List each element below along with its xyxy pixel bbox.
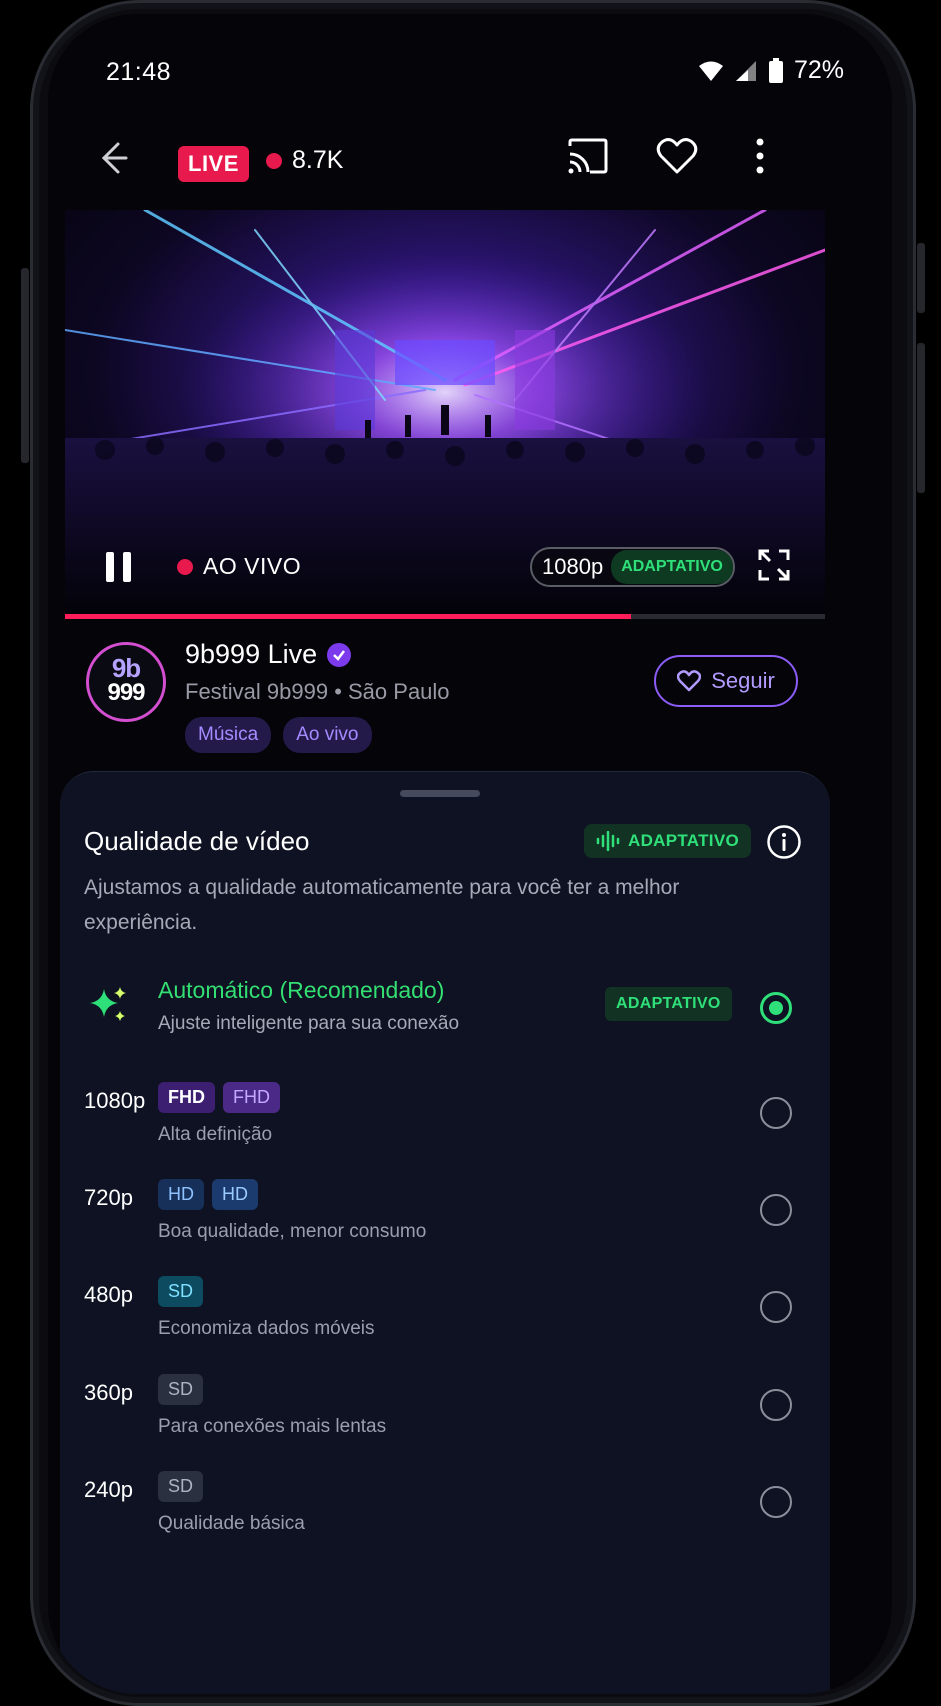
auto-option-description: Ajuste inteligente para sua conexão <box>158 1013 460 1034</box>
option-resolution: 1080p <box>84 1088 146 1113</box>
waveform-icon <box>596 831 620 851</box>
phone-volume-up <box>917 243 925 313</box>
quality-option-720p[interactable]: 720p HD HD Boa qualidade, menor consumo <box>60 1173 830 1263</box>
phone-volume-down <box>917 343 925 493</box>
avatar-text-top: 9b <box>111 653 141 683</box>
option-description: Boa qualidade, menor consumo <box>158 1221 427 1242</box>
option-badges: SD <box>158 1471 204 1502</box>
info-icon[interactable] <box>766 824 802 860</box>
phone-side-button <box>21 268 29 463</box>
back-arrow-icon[interactable] <box>98 138 128 178</box>
badge-hd: HD <box>158 1179 204 1210</box>
quality-option-360p[interactable]: 360p SD Para conexões mais lentas <box>60 1368 830 1458</box>
live-dot-icon <box>177 558 193 575</box>
sheet-description: Ajustamos a qualidade automaticamente pa… <box>84 876 680 934</box>
live-indicator-label: AO VIVO <box>203 553 302 579</box>
radio-unselected[interactable] <box>760 1291 792 1323</box>
option-description: Para conexões mais lentas <box>158 1416 387 1437</box>
follow-button[interactable]: Seguir <box>654 655 798 707</box>
quality-option-1080p[interactable]: 1080p FHD FHD Alta definição <box>60 1076 830 1166</box>
auto-option-title: Automático (Recomendado) <box>158 977 445 1003</box>
avatar-text-bottom: 999 <box>107 679 145 706</box>
sheet-drag-handle[interactable] <box>400 790 480 797</box>
top-bar: LIVE 8.7K <box>48 114 892 204</box>
option-badges: HD HD <box>158 1179 258 1210</box>
video-player[interactable]: AO VIVO 1080p ADAPTATIVO <box>65 210 825 615</box>
option-description: Qualidade básica <box>158 1513 305 1534</box>
badge-hd: HD <box>212 1179 258 1210</box>
radio-unselected[interactable] <box>760 1194 792 1226</box>
viewer-count: 8.7K <box>266 146 343 175</box>
adaptive-badge-label: ADAPTATIVO <box>628 831 739 850</box>
status-icons: 72% <box>698 56 844 85</box>
viewer-count-value: 8.7K <box>292 146 344 174</box>
radio-unselected[interactable] <box>760 1486 792 1518</box>
quality-option-240p[interactable]: 240p SD Qualidade básica <box>60 1465 830 1555</box>
channel-name[interactable]: 9b999 Live <box>185 639 352 670</box>
fullscreen-icon[interactable] <box>757 548 791 582</box>
quality-option-480p[interactable]: 480p SD Economiza dados móveis <box>60 1270 830 1360</box>
live-badge: LIVE <box>178 146 249 182</box>
option-resolution: 720p <box>84 1185 133 1210</box>
adaptive-badge: ADAPTATIVO <box>584 824 751 858</box>
status-time: 21:48 <box>106 58 172 86</box>
badge-fhd: FHD <box>158 1082 215 1113</box>
option-description: Economiza dados móveis <box>158 1318 375 1339</box>
badge-sd: SD <box>158 1374 204 1405</box>
more-options-icon[interactable] <box>753 134 767 178</box>
badge-sd: SD <box>158 1471 204 1502</box>
quality-bottom-sheet: Qualidade de vídeo ADAPTATIVO Ajustamos … <box>60 771 830 1694</box>
channel-name-text: 9b999 Live <box>185 639 318 669</box>
cast-icon[interactable] <box>566 136 610 176</box>
auto-adaptive-badge: ADAPTATIVO <box>605 987 732 1021</box>
channel-avatar[interactable]: 9b 999 <box>86 642 166 722</box>
option-badges: SD <box>158 1374 204 1405</box>
badge-sd: SD <box>158 1276 204 1307</box>
playback-progress-fill <box>65 614 632 619</box>
option-description: Alta definição <box>158 1124 273 1145</box>
adaptive-mode-badge: ADAPTATIVO <box>611 550 733 584</box>
screen: 21:48 72% LIVE 8.7K AO VIVO 1080p ADAPTA… <box>48 14 892 1694</box>
option-badges: FHD FHD <box>158 1082 280 1113</box>
signal-icon <box>735 60 756 81</box>
tag-live[interactable]: Ao vivo <box>283 717 372 753</box>
wifi-icon <box>698 61 723 81</box>
option-badges: SD <box>158 1276 204 1307</box>
badge-fhd: FHD <box>223 1082 280 1113</box>
channel-tags: Música Ao vivo <box>185 717 372 753</box>
current-resolution: 1080p <box>542 554 604 579</box>
radio-unselected[interactable] <box>760 1097 792 1129</box>
option-resolution: 480p <box>84 1282 133 1307</box>
favorite-heart-icon[interactable] <box>656 136 698 176</box>
playback-progress-bar[interactable] <box>65 614 825 619</box>
battery-icon <box>768 57 783 83</box>
resolution-selector[interactable]: 1080p ADAPTATIVO <box>530 547 735 587</box>
verified-check-icon <box>327 642 352 667</box>
heart-icon <box>677 670 702 692</box>
tag-music[interactable]: Música <box>185 717 272 753</box>
quality-option-auto[interactable]: Automático (Recomendado) Ajuste intelige… <box>60 977 830 1067</box>
live-indicator: AO VIVO <box>177 553 301 580</box>
radio-selected[interactable] <box>760 992 792 1024</box>
sheet-title: Qualidade de vídeo <box>84 826 310 856</box>
option-resolution: 240p <box>84 1477 133 1502</box>
channel-subtitle: Festival 9b999 • São Paulo <box>185 679 450 704</box>
option-resolution: 360p <box>84 1380 133 1405</box>
radio-unselected[interactable] <box>760 1389 792 1421</box>
pause-icon[interactable] <box>103 550 135 584</box>
live-dot-icon <box>266 152 282 169</box>
status-bar: 21:48 72% <box>48 14 892 114</box>
battery-percent: 72% <box>793 56 844 84</box>
follow-label: Seguir <box>711 668 775 693</box>
sparkle-icon <box>90 987 126 1021</box>
